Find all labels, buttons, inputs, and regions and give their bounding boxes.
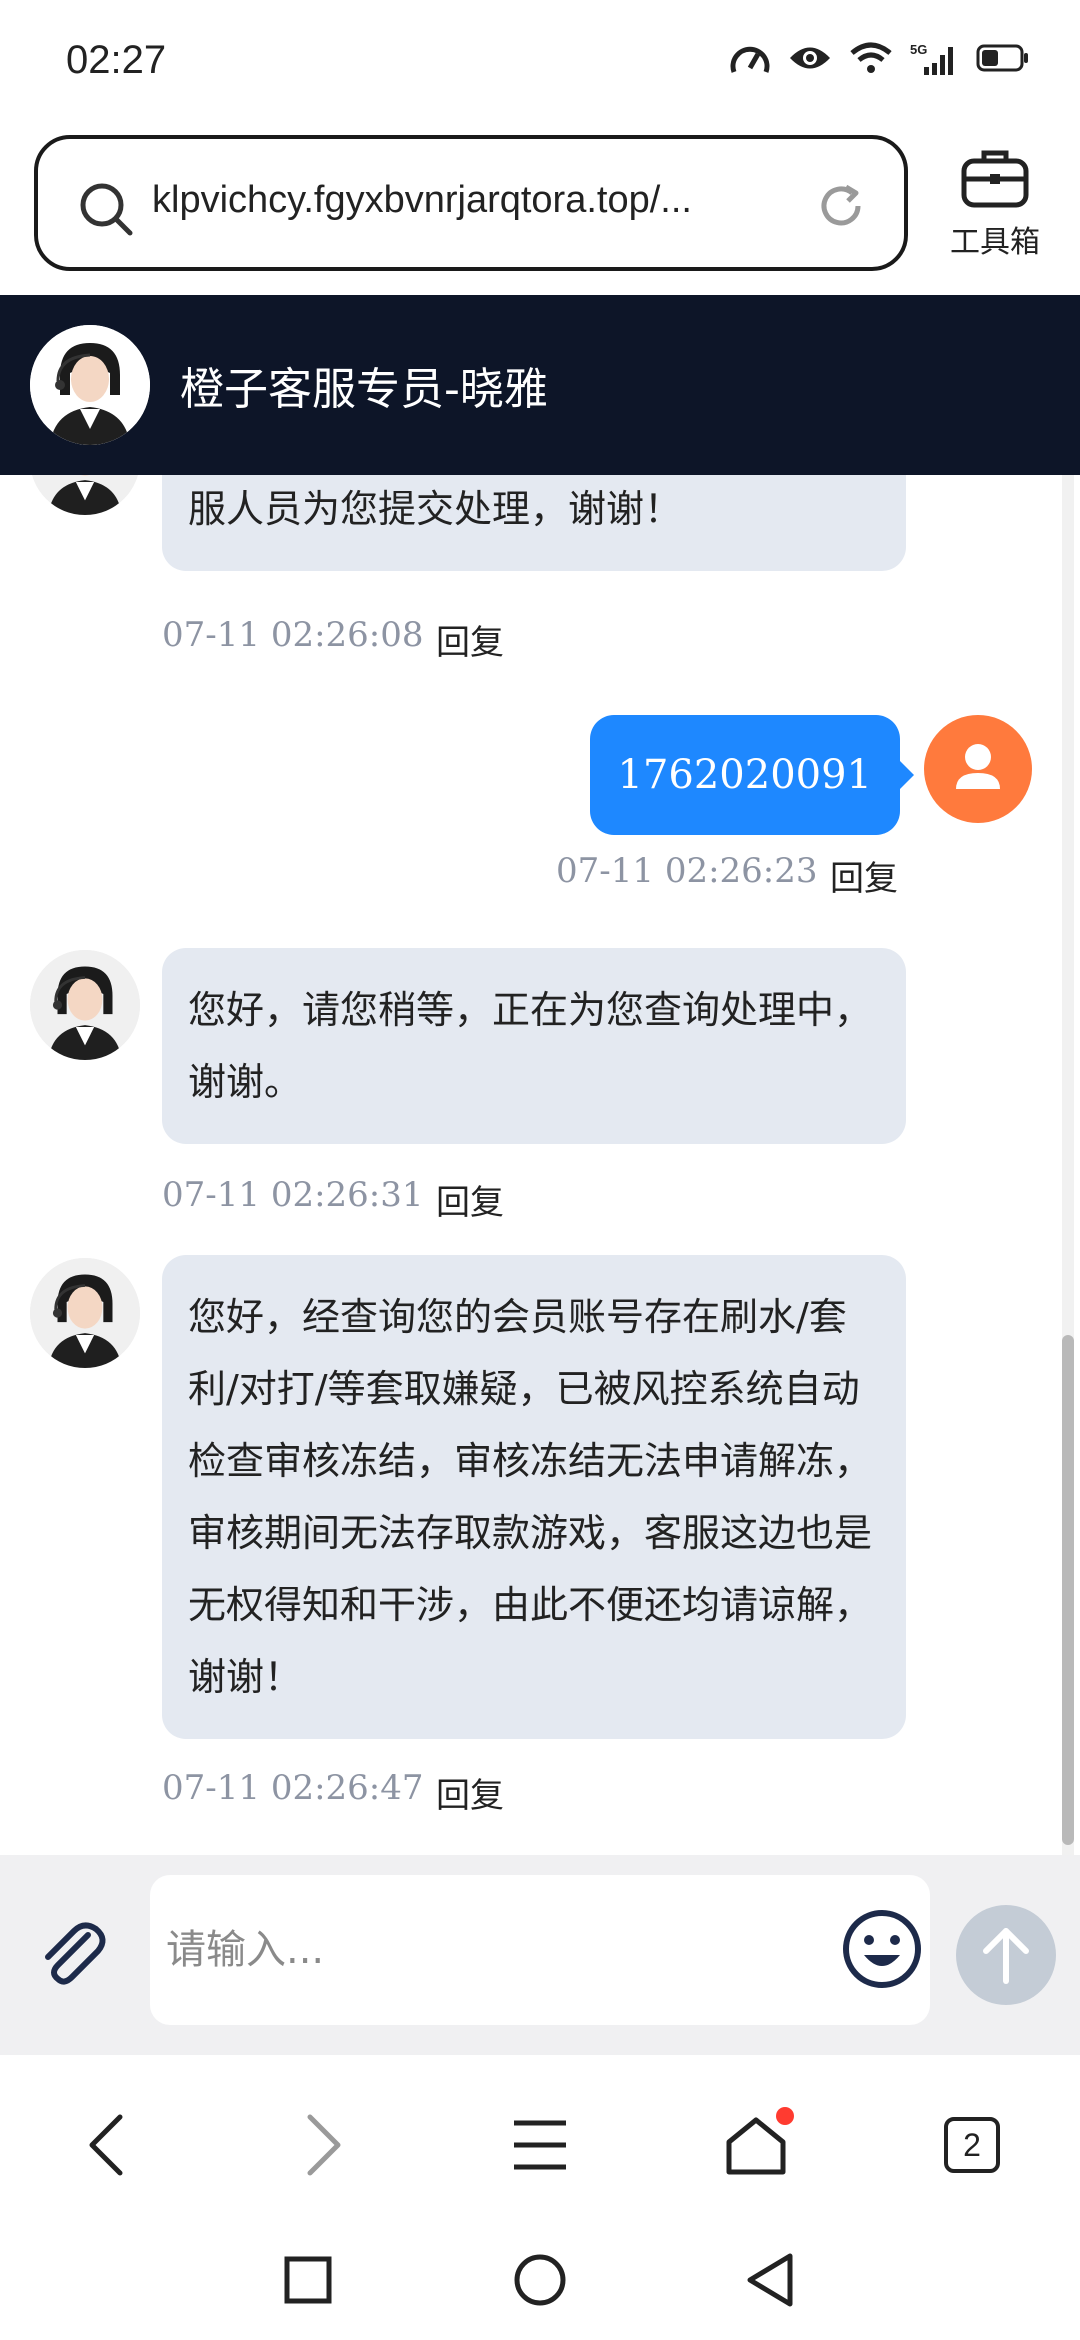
reload-icon[interactable] xyxy=(814,179,868,233)
reply-link[interactable]: 回复 xyxy=(830,851,898,900)
status-bar: 02:27 5G xyxy=(0,0,1080,125)
notification-dot xyxy=(776,2107,794,2125)
agent-message-bubble: 您好，请您稍等，正在为您查询处理中，谢谢。 xyxy=(162,948,906,1144)
user-avatar-icon xyxy=(956,744,1000,789)
toolbox-label: 工具箱 xyxy=(950,225,1040,260)
attachment-icon[interactable] xyxy=(34,1915,114,1995)
emoji-icon[interactable] xyxy=(840,1907,924,1991)
chevron-left-icon xyxy=(89,2114,123,2176)
chat-header: 橙子客服专员-晓雅 xyxy=(0,295,1080,475)
menu-icon xyxy=(514,2120,566,2170)
system-back-button[interactable] xyxy=(730,2245,810,2315)
browser-navigation-bar: 2 xyxy=(0,2055,1080,2225)
status-icons: 5G xyxy=(730,40,1030,76)
wifi-icon xyxy=(850,42,892,73)
triangle-back-icon xyxy=(747,2253,793,2307)
status-time: 02:27 xyxy=(66,38,167,82)
home-button[interactable] xyxy=(716,2105,796,2185)
message-timestamp: 07-11 02:26:31 xyxy=(162,1175,424,1215)
circle-icon xyxy=(514,2254,566,2306)
reply-link[interactable]: 回复 xyxy=(436,1768,504,1817)
square-icon xyxy=(284,2256,332,2304)
tabs-button[interactable]: 2 xyxy=(932,2105,1012,2185)
agent-message-bubble: 您好，麻烦您提供下您的用户ID，方便客服人员为您提交处理，谢谢！ xyxy=(162,475,906,571)
agent-avatar-icon xyxy=(30,1258,140,1368)
chevron-right-icon xyxy=(307,2114,341,2176)
battery-icon xyxy=(976,44,1028,72)
agent-avatar-icon xyxy=(30,325,150,445)
message-timestamp: 07-11 02:26:23 xyxy=(556,851,818,891)
menu-button[interactable] xyxy=(500,2105,580,2185)
message-timestamp: 07-11 02:26:47 xyxy=(162,1768,424,1808)
back-button[interactable] xyxy=(66,2105,146,2185)
forward-button[interactable] xyxy=(284,2105,364,2185)
agent-avatar xyxy=(30,950,140,1060)
arrow-up-icon xyxy=(983,1928,1029,1984)
agent-message-bubble: 您好，经查询您的会员账号存在刷水/套利/对打/等套取嫌疑，已被风控系统自动检查审… xyxy=(162,1255,906,1739)
browser-toolbar: klpvichcy.fgyxbvnrjarqtora.top/... 工具箱 xyxy=(0,125,1080,295)
agent-avatar xyxy=(30,475,140,515)
message-input-bar xyxy=(0,1855,1080,2055)
eye-icon xyxy=(790,47,830,69)
message-input[interactable] xyxy=(150,1875,930,2025)
reply-link[interactable]: 回复 xyxy=(436,615,504,664)
send-button[interactable] xyxy=(956,1905,1056,2005)
system-home-button[interactable] xyxy=(500,2245,580,2315)
5g-signal-icon: 5G xyxy=(910,42,953,75)
scrollbar-thumb[interactable] xyxy=(1062,1335,1074,1845)
toolbox-button[interactable]: 工具箱 xyxy=(940,145,1050,265)
agent-avatar-icon xyxy=(30,475,140,515)
reply-link[interactable]: 回复 xyxy=(436,1175,504,1224)
toolbox-icon xyxy=(961,150,1029,208)
system-navigation-bar xyxy=(0,2225,1080,2340)
speed-icon xyxy=(730,46,770,73)
agent-avatar-icon xyxy=(30,950,140,1060)
message-list[interactable]: 您好，麻烦您提供下您的用户ID，方便客服人员为您提交处理，谢谢！ 07-11 0… xyxy=(0,475,1080,1855)
recents-button[interactable] xyxy=(268,2245,348,2315)
chat-title: 橙子客服专员-晓雅 xyxy=(180,364,548,415)
user-message-bubble: 1762020091 xyxy=(589,715,914,835)
address-bar[interactable]: klpvichcy.fgyxbvnrjarqtora.top/... xyxy=(34,135,908,271)
user-avatar xyxy=(924,715,1032,823)
url-text[interactable]: klpvichcy.fgyxbvnrjarqtora.top/... xyxy=(152,179,812,222)
tabs-count: 2 xyxy=(944,2117,1000,2173)
agent-avatar xyxy=(30,1258,140,1368)
search-icon xyxy=(80,183,133,236)
agent-avatar xyxy=(30,325,150,445)
svg-text:5G: 5G xyxy=(910,42,927,57)
message-timestamp: 07-11 02:26:08 xyxy=(162,615,424,655)
